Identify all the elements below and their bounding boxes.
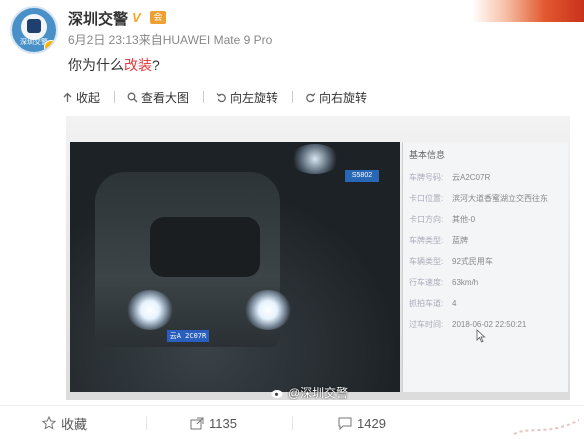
rotate-right-label: 向右旋转 [319,90,368,105]
avatar[interactable]: 深圳交警 [10,6,58,54]
post-text: 你为什么改装? [68,55,160,75]
post-header: 深圳交警 深圳交警 V 会 6月2日 23:13来自HUAWEI Mate 9 … [0,0,584,80]
member-level-icon[interactable]: 会 [150,11,166,24]
verified-badge-icon [44,40,56,52]
info-row: 卡口位置: 滨河大道香蜜湖立交西往东 [409,188,562,209]
info-value: 滨河大道香蜜湖立交西往东 [452,194,548,203]
vehicle-info-panel: 基本信息 车牌号码: 云A2C07R 卡口位置: 滨河大道香蜜湖立交西往东 卡口方向… [402,142,568,392]
comment-button[interactable]: 1429 [338,406,386,439]
info-value: 蓝牌 [452,236,468,245]
mouse-cursor-icon [476,329,486,343]
road-sign: S5802 [345,170,379,182]
toolbar-divider [114,91,116,103]
comment-count: 1429 [357,415,386,431]
info-panel-title: 基本信息 [409,150,446,160]
info-value: 63km/h [452,278,479,287]
rotate-right-button[interactable]: 向右旋转 [305,89,367,106]
info-label: 卡口位置: [409,194,444,203]
repost-button[interactable]: 1135 [190,406,237,439]
car: 云A 2C07R [95,172,291,347]
repost-icon [190,417,204,429]
post-photo[interactable]: S5802 云A 2C07R @深圳交警 基本信息 车牌号码: 云A2C07R 卡… [66,116,570,400]
post-text-suffix: ? [152,57,160,73]
license-plate: 云A 2C07R [167,330,209,342]
left-headlight [127,290,173,330]
watermark: @深圳交警 [271,384,348,400]
info-label: 车牌类型: [409,236,444,245]
footer-decoration [513,419,580,435]
collapse-label: 收起 [76,90,101,105]
toolbar-divider [203,91,205,103]
info-label: 过车时间: [409,320,444,329]
info-label: 行车速度: [409,278,444,287]
info-label: 车辆类型: [409,257,444,266]
info-row: 车牌号码: 云A2C07R [409,167,562,188]
rotate-left-label: 向左旋转 [230,90,279,105]
image-toolbar: 收起 查看大图 向左旋转 向右旋转 [62,86,381,108]
info-label: 卡口方向: [409,215,444,224]
car-windshield [150,217,260,277]
post-text-prefix: 你为什么 [68,57,124,73]
collapse-button[interactable]: 收起 [62,89,100,106]
arrow-up-icon [63,92,72,102]
view-large-button[interactable]: 查看大图 [127,89,189,106]
post-footer: 收藏 1135 1429 [0,405,584,439]
favorite-button[interactable]: 收藏 [42,406,87,439]
footer-divider [292,416,293,430]
info-label: 抓拍车道: [409,299,444,308]
verified-icon: V [132,10,141,25]
weibo-logo-icon [271,389,283,398]
info-value: 云A2C07R [452,173,491,182]
info-value: 2018-06-02 22:50:21 [452,320,527,329]
corner-decoration [472,0,584,22]
info-value: 92式民用车 [452,257,493,266]
street-light [290,144,340,174]
toolbar-divider [292,91,294,103]
camera-capture-image: S5802 云A 2C07R [70,142,400,392]
info-row: 行车速度: 63km/h [409,272,562,293]
username[interactable]: 深圳交警 [68,8,128,29]
view-large-label: 查看大图 [141,90,190,105]
info-row: 卡口方向: 其他-0 [409,209,562,230]
comment-icon [338,417,352,430]
rotate-left-button[interactable]: 向左旋转 [216,89,278,106]
info-value: 4 [452,299,457,308]
favorite-label: 收藏 [61,416,88,432]
right-headlight [245,290,291,330]
post-text-highlight[interactable]: 改装 [124,57,152,73]
info-row: 抓拍车道: 4 [409,293,562,314]
rotate-right-icon [306,92,316,102]
watermark-text: @深圳交警 [288,386,349,400]
repost-count: 1135 [209,415,237,431]
info-row: 车牌类型: 蓝牌 [409,230,562,251]
footer-divider [146,416,147,430]
info-value: 其他-0 [452,215,476,224]
star-icon [42,416,56,430]
info-label: 车牌号码: [409,173,444,182]
rotate-left-icon [216,92,226,102]
info-row: 车辆类型: 92式民用车 [409,251,562,272]
search-icon [127,92,138,102]
post-meta: 6月2日 23:13来自HUAWEI Mate 9 Pro [68,33,273,47]
